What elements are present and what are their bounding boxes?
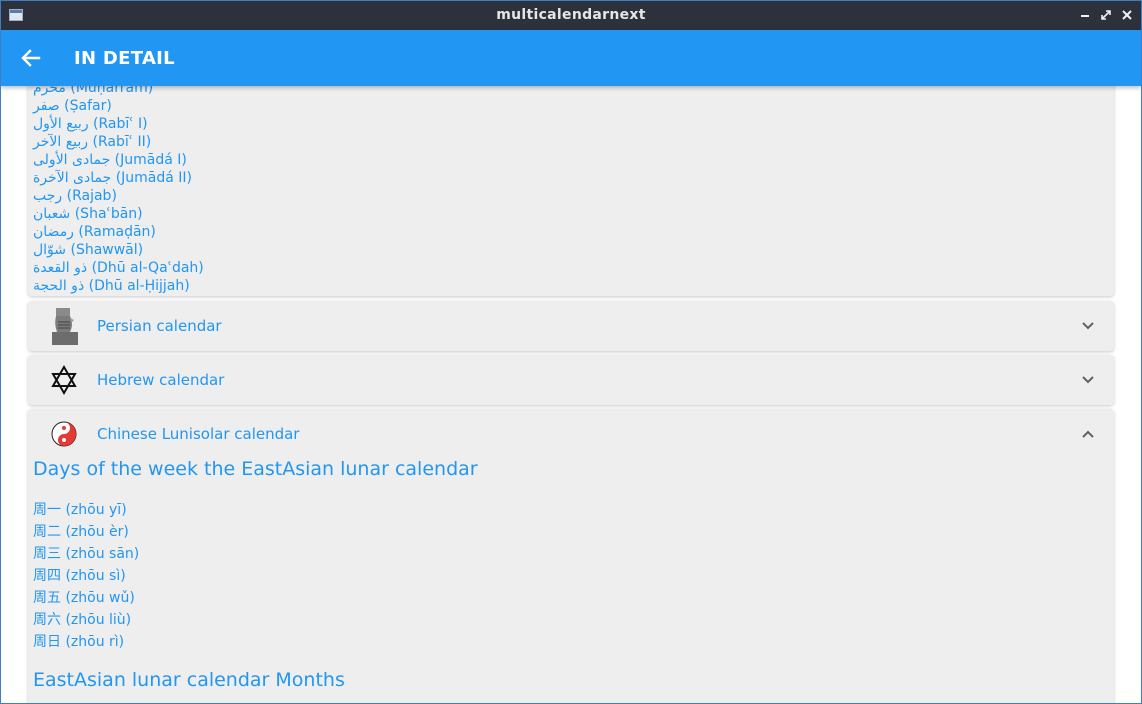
month-item[interactable]: جمادى الآخرة (Jumādá II) [33, 169, 204, 187]
persian-bust-icon [48, 306, 80, 346]
panel-title: Chinese Lunisolar calendar [97, 425, 300, 443]
maximize-icon[interactable] [1098, 7, 1114, 23]
month-item[interactable]: رجب (Rajab) [33, 187, 204, 205]
month-item[interactable]: شوّال (Shawwāl) [33, 241, 204, 259]
month-item[interactable]: جمادى الأولى (Jumādá I) [33, 151, 204, 169]
weekday-item[interactable]: 周三 (zhōu sān) [33, 543, 139, 565]
persian-calendar-panel[interactable]: Persian calendar [28, 301, 1114, 351]
weekday-item[interactable]: 周日 (zhōu rì) [33, 631, 139, 653]
months-heading: EastAsian lunar calendar Months [33, 669, 345, 691]
month-item[interactable]: شعبان (Shaʿbān) [33, 205, 204, 223]
islamic-months-list: محرم (Muḥarram) صفر (Ṣafar) ربيع الأول (… [33, 86, 204, 295]
back-arrow-icon[interactable] [17, 44, 45, 72]
weekday-item[interactable]: 周六 (zhōu liù) [33, 609, 139, 631]
days-of-week-heading: Days of the week the EastAsian lunar cal… [33, 458, 478, 480]
panel-header[interactable]: Chinese Lunisolar calendar [28, 409, 1114, 459]
chevron-down-icon[interactable] [1080, 318, 1096, 334]
month-item[interactable]: ذو القعدة (Dhū al-Qaʿdah) [33, 259, 204, 277]
month-item[interactable]: ذو الحجة (Dhū al-Ḥijjah) [33, 277, 204, 295]
page-title: IN DETAIL [74, 48, 175, 69]
minimize-icon[interactable] [1077, 7, 1093, 23]
hebrew-calendar-panel[interactable]: Hebrew calendar [28, 355, 1114, 405]
chinese-calendar-panel: Chinese Lunisolar calendar Days of the w… [28, 409, 1114, 703]
weekday-item[interactable]: 周五 (zhōu wǔ) [33, 587, 139, 609]
panel-title: Hebrew calendar [97, 371, 225, 389]
weekday-list: 周一 (zhōu yī) 周二 (zhōu èr) 周三 (zhōu sān) … [33, 499, 139, 653]
panel-header[interactable]: Hebrew calendar [28, 355, 1114, 405]
app-window: multicalendarnext IN DETAIL محرم (Muḥarr… [0, 0, 1142, 704]
chevron-down-icon[interactable] [1080, 372, 1096, 388]
month-item[interactable]: صفر (Ṣafar) [33, 97, 204, 115]
window-title: multicalendarnext [496, 7, 646, 23]
month-item[interactable]: رمضان (Ramaḍān) [33, 223, 204, 241]
app-bar: IN DETAIL [1, 30, 1141, 86]
chevron-up-icon[interactable] [1080, 426, 1096, 442]
weekday-item[interactable]: 周二 (zhōu èr) [33, 521, 139, 543]
month-item[interactable]: ربيع الآخر (Rabīʿ II) [33, 133, 204, 151]
panel-title: Persian calendar [97, 317, 222, 335]
month-item[interactable]: ربيع الأول (Rabīʿ I) [33, 115, 204, 133]
detail-scroll-area[interactable]: محرم (Muḥarram) صفر (Ṣafar) ربيع الأول (… [1, 86, 1141, 703]
star-of-david-icon [48, 360, 80, 400]
yin-yang-icon [48, 414, 80, 454]
panel-header[interactable]: Persian calendar [28, 301, 1114, 351]
weekday-item[interactable]: 周一 (zhōu yī) [33, 499, 139, 521]
window-titlebar: multicalendarnext [1, 1, 1141, 30]
weekday-item[interactable]: 周四 (zhōu sì) [33, 565, 139, 587]
close-icon[interactable] [1119, 7, 1135, 23]
islamic-calendar-panel: محرم (Muḥarram) صفر (Ṣafar) ربيع الأول (… [28, 86, 1114, 296]
